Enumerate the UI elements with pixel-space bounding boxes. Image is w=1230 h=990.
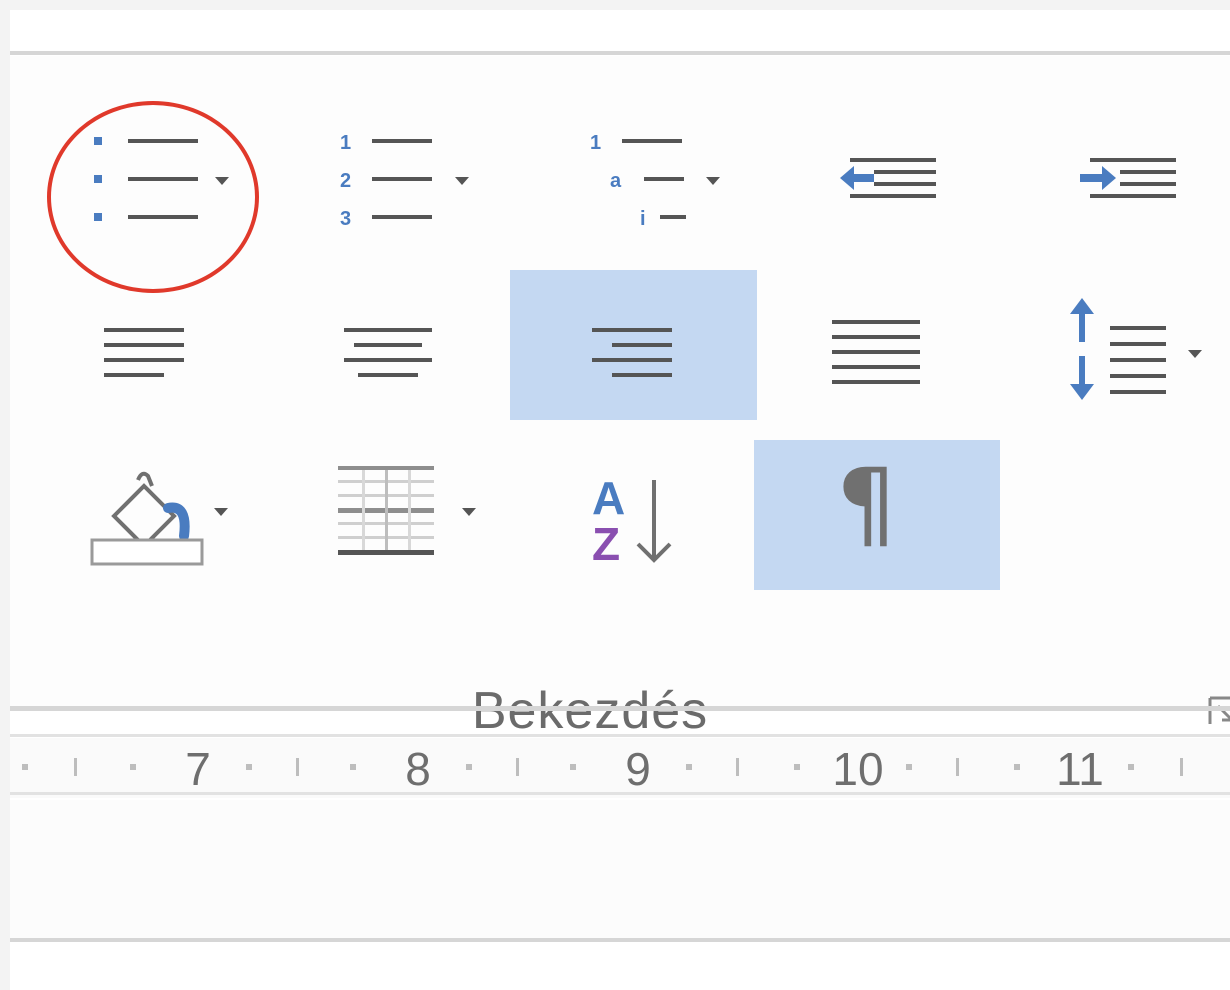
level-label: i [640,208,646,226]
ruler-number: 9 [625,743,651,795]
bulleted-list-icon [94,137,229,221]
align-left-icon [104,328,184,377]
ruler-bottom-border [10,792,1230,795]
borders-icon [338,466,476,555]
document-divider [10,938,1230,942]
align-center-button[interactable] [320,270,480,420]
increase-indent-button[interactable] [1070,116,1200,226]
paragraph-group: 1 2 3 1 a i A Z ¶ Bekezdés [10,56,1230,740]
increase-indent-icon [1080,158,1176,198]
line-spacing-button[interactable] [1060,270,1225,420]
ribbon-bottom-divider [10,706,1230,711]
show-formatting-marks-button[interactable]: ¶ [754,440,1000,590]
word-window: 1 2 3 1 a i A Z ¶ Bekezdés 7 8 9 10 11 [10,10,1230,990]
align-right-button[interactable] [510,270,757,420]
justify-button[interactable] [810,270,940,420]
number-label: 1 [340,132,351,154]
multilevel-list-icon: 1 a i [590,132,720,226]
horizontal-ruler[interactable]: 7 8 9 10 11 [10,738,1230,798]
level-label: a [610,170,622,192]
numbering-button[interactable]: 1 2 3 [330,116,500,226]
ruler-top-border [10,734,1230,737]
multilevel-list-button[interactable]: 1 a i [580,116,750,226]
sort-letter-a: A [592,472,625,524]
bullets-button[interactable] [80,116,250,226]
ruler-number: 7 [185,743,211,795]
align-right-icon [592,328,672,377]
number-label: 3 [340,208,351,226]
align-left-button[interactable] [80,270,240,420]
line-spacing-icon [1070,298,1202,400]
align-center-icon [344,328,432,377]
borders-button[interactable] [330,456,500,616]
numbered-list-icon: 1 2 3 [340,132,469,226]
dialog-launcher-button[interactable] [1206,694,1230,728]
ribbon-top-divider [10,51,1230,55]
sort-letter-z: Z [592,518,620,570]
decrease-indent-button[interactable] [830,116,960,226]
pilcrow-icon: ¶ [836,448,898,560]
sort-az-icon: A Z [592,472,672,570]
dialog-launcher-icon [1208,696,1230,724]
ruler-number: 8 [405,743,431,795]
ruler-number: 11 [1056,743,1104,795]
shading-button[interactable] [80,456,250,616]
paint-bucket-icon [90,471,228,566]
document-area[interactable] [10,800,1230,940]
number-label: 2 [340,170,351,192]
ruler-number: 10 [832,743,884,795]
decrease-indent-icon [840,158,936,198]
justify-icon [832,320,920,384]
level-label: 1 [590,132,601,154]
group-label: Bekezdés [471,682,709,740]
sort-button[interactable]: A Z [580,456,700,616]
